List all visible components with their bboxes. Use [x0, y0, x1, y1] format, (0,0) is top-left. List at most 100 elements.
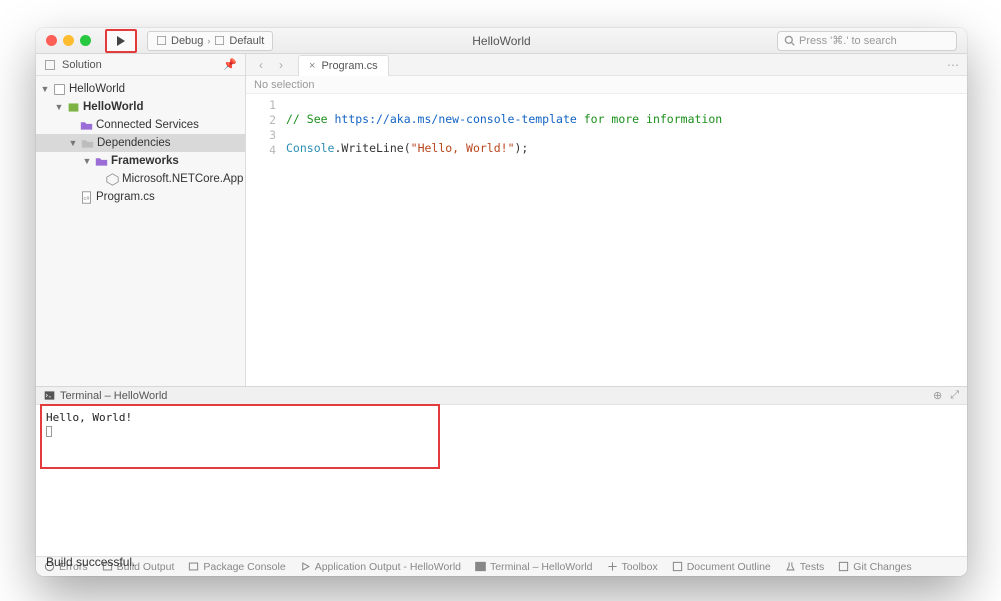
disclosure-triangle-icon[interactable]: ▼ [40, 84, 50, 94]
main-split: Solution 📌 ▼ HelloWorld ▼ HelloWorld Con… [36, 54, 967, 386]
terminal-cursor [46, 426, 52, 437]
tab-overflow-button[interactable]: ⋯ [947, 58, 961, 72]
frameworks-node[interactable]: ▼ Frameworks [36, 152, 245, 170]
line-number: 2 [246, 113, 276, 128]
outline-icon [672, 561, 683, 572]
line-number: 3 [246, 128, 276, 143]
terminal-panel: Terminal – HelloWorld ⊕ ⤢ Hello, World! [36, 386, 967, 556]
tests-icon [785, 561, 796, 572]
status-package-console[interactable]: Package Console [188, 561, 285, 573]
status-label: Toolbox [622, 561, 658, 573]
pad-icon [44, 59, 56, 71]
terminal-title: Terminal – HelloWorld [60, 390, 167, 402]
solution-label: HelloWorld [69, 83, 125, 95]
target-label: Default [229, 35, 264, 47]
window-controls [36, 35, 91, 46]
file-node-program[interactable]: c# Program.cs [36, 188, 245, 206]
search-icon [784, 35, 795, 46]
status-label: Tests [800, 561, 825, 573]
code-url: https://aka.ms/new-console-template [334, 112, 576, 126]
editor-tab-bar: ‹ › × Program.cs ⋯ [246, 54, 967, 76]
status-label: Terminal – HelloWorld [490, 561, 593, 573]
terminal-icon [44, 390, 55, 401]
play-icon [117, 36, 125, 46]
status-git-changes[interactable]: Git Changes [838, 561, 911, 573]
svg-text:c#: c# [84, 195, 91, 201]
nav-forward-button[interactable]: › [272, 56, 290, 74]
code-text: ); [515, 141, 529, 155]
minimize-window-button[interactable] [63, 35, 74, 46]
play-icon [300, 561, 311, 572]
disclosure-triangle-icon[interactable]: ▼ [68, 138, 78, 148]
search-placeholder: Press '⌘.' to search [799, 34, 897, 47]
connected-services-label: Connected Services [96, 119, 199, 131]
close-window-button[interactable] [46, 35, 57, 46]
line-gutter: 1 2 3 4 [246, 94, 286, 386]
zoom-window-button[interactable] [80, 35, 91, 46]
device-icon [214, 35, 225, 46]
config-label: Debug [171, 35, 203, 47]
code-comment: // See [286, 112, 334, 126]
project-label: HelloWorld [83, 101, 143, 113]
run-button[interactable] [105, 29, 137, 53]
status-label: Application Output - HelloWorld [315, 561, 461, 573]
code-string: "Hello, World!" [411, 141, 515, 155]
terminal-line: Hello, World! [46, 411, 957, 424]
line-number: 4 [246, 143, 276, 158]
nav-back-button[interactable]: ‹ [252, 56, 270, 74]
solution-node[interactable]: ▼ HelloWorld [36, 80, 245, 98]
status-label: Package Console [203, 561, 285, 573]
editor-area: ‹ › × Program.cs ⋯ No selection 1 2 3 4 … [246, 54, 967, 386]
disclosure-triangle-icon[interactable]: ▼ [54, 102, 64, 112]
framework-ref-node[interactable]: Microsoft.NETCore.App – 6.0.3 [36, 170, 245, 188]
code-content[interactable]: // See https://aka.ms/new-console-templa… [286, 94, 722, 386]
close-tab-icon[interactable]: × [309, 60, 315, 72]
code-text: .WriteLine( [334, 141, 410, 155]
code-comment: for more information [577, 112, 722, 126]
project-node[interactable]: ▼ HelloWorld [36, 98, 245, 116]
toolbox-icon [607, 561, 618, 572]
package-icon [106, 173, 119, 186]
package-icon [188, 561, 199, 572]
terminal-settings-icon[interactable]: ⊕ [933, 389, 942, 402]
chevron-right-icon: › [207, 36, 210, 46]
pad-pin-icon[interactable]: 📌 [223, 58, 237, 71]
status-toolbox[interactable]: Toolbox [607, 561, 658, 573]
terminal-output[interactable]: Hello, World! [36, 405, 967, 556]
code-editor[interactable]: 1 2 3 4 // See https://aka.ms/new-consol… [246, 94, 967, 386]
folder-icon [95, 155, 108, 168]
status-tests[interactable]: Tests [785, 561, 825, 573]
frameworks-label: Frameworks [111, 155, 179, 167]
solution-pad: Solution 📌 ▼ HelloWorld ▼ HelloWorld Con… [36, 54, 246, 386]
terminal-pin-icon[interactable]: ⤢ [950, 389, 959, 402]
dependencies-label: Dependencies [97, 137, 171, 149]
target-icon [156, 35, 167, 46]
global-search[interactable]: Press '⌘.' to search [777, 31, 957, 51]
disclosure-triangle-icon[interactable]: ▼ [82, 156, 92, 166]
breadcrumb-bar[interactable]: No selection [246, 76, 967, 94]
terminal-icon [475, 561, 486, 572]
status-bar: Build successful. Errors Build Output Pa… [36, 556, 967, 576]
project-icon [67, 101, 80, 114]
folder-icon [81, 137, 94, 150]
solution-tree: ▼ HelloWorld ▼ HelloWorld Connected Serv… [36, 76, 245, 210]
solution-icon [53, 83, 66, 96]
solution-pad-title: Solution [62, 59, 102, 71]
status-app-output[interactable]: Application Output - HelloWorld [300, 561, 461, 573]
git-icon [838, 561, 849, 572]
status-label: Document Outline [687, 561, 771, 573]
build-status-message: Build successful. [46, 555, 135, 569]
breadcrumb-text: No selection [254, 79, 315, 91]
status-terminal[interactable]: Terminal – HelloWorld [475, 561, 593, 573]
status-document-outline[interactable]: Document Outline [672, 561, 771, 573]
dependencies-node[interactable]: ▼ Dependencies [36, 134, 245, 152]
code-type: Console [286, 141, 334, 155]
ide-window: Debug › Default HelloWorld Press '⌘.' to… [36, 28, 967, 576]
build-config-selector[interactable]: Debug › Default [147, 31, 273, 51]
solution-pad-header: Solution 📌 [36, 54, 245, 76]
folder-icon [80, 119, 93, 132]
editor-tab[interactable]: × Program.cs [298, 55, 389, 76]
tab-label: Program.cs [321, 60, 377, 72]
toolbar: Debug › Default HelloWorld Press '⌘.' to… [36, 28, 967, 54]
connected-services-node[interactable]: Connected Services [36, 116, 245, 134]
